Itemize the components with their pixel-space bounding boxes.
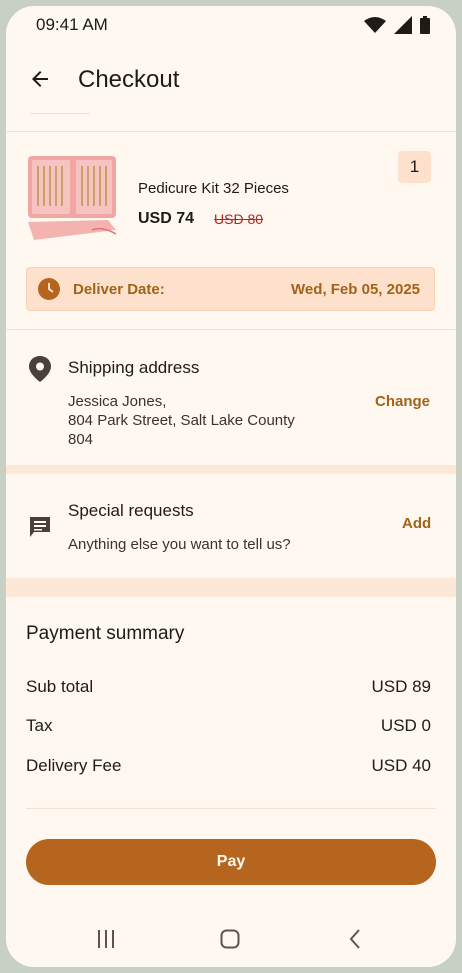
- summary-label: Sub total: [26, 677, 94, 696]
- status-bar: 09:41 AM: [6, 6, 456, 44]
- add-request-button[interactable]: Add: [402, 515, 431, 532]
- divider: [6, 329, 456, 330]
- recents-nav-button[interactable]: [91, 925, 121, 953]
- summary-value: USD 40: [371, 756, 431, 775]
- address-line: 804: [68, 431, 94, 448]
- phone-screen: 09:41 AM Checkout Pedicure Kit 32 Pieces…: [6, 6, 456, 967]
- address-line: 804 Park Street, Salt Lake County: [68, 412, 295, 429]
- recents-icon: [98, 930, 114, 948]
- pay-button[interactable]: Pay: [26, 839, 436, 885]
- summary-value: USD 0: [380, 716, 431, 735]
- back-arrow-icon[interactable]: [28, 67, 52, 91]
- divider: [30, 113, 90, 114]
- product-price: USD 74: [138, 210, 195, 227]
- summary-row: Sub total USD 89: [26, 677, 431, 697]
- summary-row: Tax USD 0: [26, 716, 431, 736]
- summary-label: Tax: [26, 716, 53, 735]
- back-chevron-icon: [349, 929, 360, 949]
- location-pin-icon: [29, 356, 51, 382]
- payment-summary-title: Payment summary: [26, 623, 185, 644]
- signal-icon: [394, 16, 412, 34]
- section-separator: [6, 578, 456, 597]
- delivery-date-banner: Deliver Date: Wed, Feb 05, 2025: [26, 267, 435, 311]
- message-icon: [30, 517, 50, 537]
- system-nav-bar: [6, 911, 456, 967]
- back-nav-button[interactable]: [340, 925, 370, 953]
- home-nav-button[interactable]: [215, 925, 245, 953]
- battery-icon: [420, 16, 430, 34]
- summary-row: Delivery Fee USD 40: [26, 756, 431, 776]
- address-line: Jessica Jones,: [68, 393, 167, 410]
- app-bar: Checkout: [6, 44, 456, 114]
- delivery-date: Wed, Feb 05, 2025: [291, 280, 420, 298]
- summary-label: Delivery Fee: [26, 756, 122, 775]
- quantity-badge[interactable]: 1: [398, 151, 431, 183]
- change-address-button[interactable]: Change: [375, 393, 430, 410]
- status-icons: [364, 16, 430, 34]
- section-separator: [6, 465, 456, 474]
- product-image[interactable]: [26, 150, 120, 244]
- summary-value: USD 89: [371, 677, 431, 696]
- shipping-address-title: Shipping address: [68, 358, 200, 377]
- product-name: Pedicure Kit 32 Pieces: [138, 180, 289, 197]
- divider: [26, 808, 436, 809]
- clock-icon: [38, 278, 60, 300]
- status-time: 09:41 AM: [36, 15, 108, 34]
- special-requests-subtitle: Anything else you want to tell us?: [68, 536, 291, 553]
- wifi-icon: [364, 17, 386, 33]
- divider: [6, 131, 456, 132]
- special-requests-title: Special requests: [68, 501, 194, 520]
- product-old-price: USD 80: [214, 211, 264, 227]
- page-title: Checkout: [78, 66, 180, 93]
- delivery-label: Deliver Date:: [73, 280, 165, 298]
- home-icon: [220, 929, 240, 949]
